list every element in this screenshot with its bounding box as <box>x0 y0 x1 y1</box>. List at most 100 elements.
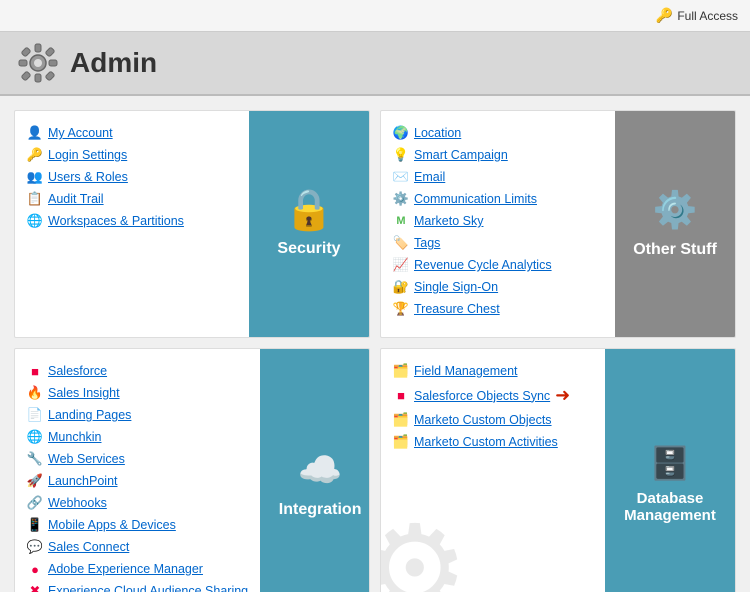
list-item: 🗂️ Field Management <box>393 363 593 379</box>
field-management-icon: 🗂️ <box>393 363 409 379</box>
gear-icon: ⚙️ <box>653 189 698 231</box>
launchpoint-icon: 🚀 <box>27 473 43 489</box>
list-item: M Marketo Sky <box>393 213 603 229</box>
cloud-icon: ☁️ <box>298 449 343 491</box>
list-item: 🔐 Single Sign-On <box>393 279 603 295</box>
list-item: 🏆 Treasure Chest <box>393 301 603 317</box>
security-links: 👤 My Account 🔑 Login Settings 👥 Users & … <box>15 111 249 337</box>
list-item: ✖ Experience Cloud Audience Sharing <box>27 583 248 592</box>
revenue-cycle-link[interactable]: Revenue Cycle Analytics <box>414 258 552 272</box>
list-item: ■ Salesforce <box>27 363 248 379</box>
database-icon: 🗄️ <box>650 444 690 482</box>
tags-icon: 🏷️ <box>393 235 409 251</box>
users-roles-link[interactable]: Users & Roles <box>48 170 128 184</box>
audit-trail-link[interactable]: Audit Trail <box>48 192 104 206</box>
list-item: 🏷️ Tags <box>393 235 603 251</box>
single-sign-on-icon: 🔐 <box>393 279 409 295</box>
communication-limits-link[interactable]: Communication Limits <box>414 192 537 206</box>
key-icon: 🔑 <box>656 7 673 24</box>
audit-trail-icon: 📋 <box>27 191 43 207</box>
marketo-custom-objects-link[interactable]: Marketo Custom Objects <box>414 413 552 427</box>
email-link[interactable]: Email <box>414 170 445 184</box>
launchpoint-link[interactable]: LaunchPoint <box>48 474 118 488</box>
ecas-icon: ✖ <box>27 583 43 592</box>
list-item: 👥 Users & Roles <box>27 169 237 185</box>
admin-grid: 👤 My Account 🔑 Login Settings 👥 Users & … <box>14 110 736 592</box>
munchkin-icon: 🌐 <box>27 429 43 445</box>
single-sign-on-link[interactable]: Single Sign-On <box>414 280 498 294</box>
list-item: 🗂️ Marketo Custom Objects <box>393 412 593 428</box>
security-feature[interactable]: 🔒 Security <box>249 111 369 337</box>
aem-icon: ● <box>27 561 43 577</box>
database-management-feature[interactable]: 🗄️ Database Management <box>605 349 735 592</box>
other-stuff-feature[interactable]: ⚙️ Other Stuff <box>615 111 735 337</box>
web-services-link[interactable]: Web Services <box>48 452 125 466</box>
access-indicator: 🔑 Full Access <box>656 7 738 24</box>
communication-limits-icon: ⚙️ <box>393 191 409 207</box>
workspaces-link[interactable]: Workspaces & Partitions <box>48 214 184 228</box>
integration-panel: ■ Salesforce 🔥 Sales Insight 📄 Landing P… <box>14 348 370 592</box>
my-account-link[interactable]: My Account <box>48 126 113 140</box>
login-settings-link[interactable]: Login Settings <box>48 148 127 162</box>
list-item: 🔑 Login Settings <box>27 147 237 163</box>
treasure-chest-icon: 🏆 <box>393 301 409 317</box>
arrow-indicator: ➜ <box>555 385 570 406</box>
sales-insight-icon: 🔥 <box>27 385 43 401</box>
landing-pages-link[interactable]: Landing Pages <box>48 408 131 422</box>
field-management-link[interactable]: Field Management <box>414 364 518 378</box>
list-item: 🌐 Workspaces & Partitions <box>27 213 237 229</box>
list-item: ⚙️ Communication Limits <box>393 191 603 207</box>
list-item: 🔥 Sales Insight <box>27 385 248 401</box>
page-title: Admin <box>70 47 157 79</box>
mobile-apps-icon: 📱 <box>27 517 43 533</box>
list-item: 🌐 Munchkin <box>27 429 248 445</box>
tags-link[interactable]: Tags <box>414 236 440 250</box>
munchkin-link[interactable]: Munchkin <box>48 430 102 444</box>
salesforce-icon: ■ <box>27 363 43 379</box>
list-item: 🗂️ Marketo Custom Activities <box>393 434 593 450</box>
integration-feature[interactable]: ☁️ Integration <box>260 349 370 592</box>
other-stuff-panel: 🌍 Location 💡 Smart Campaign ✉️ Email ⚙️ … <box>380 110 736 338</box>
security-label: Security <box>277 240 340 258</box>
list-item: 💬 Sales Connect <box>27 539 248 555</box>
other-stuff-links: 🌍 Location 💡 Smart Campaign ✉️ Email ⚙️ … <box>381 111 615 337</box>
database-management-label: Database Management <box>615 490 725 524</box>
list-item: 💡 Smart Campaign <box>393 147 603 163</box>
salesforce-link[interactable]: Salesforce <box>48 364 107 378</box>
list-item: 📄 Landing Pages <box>27 407 248 423</box>
ecas-link[interactable]: Experience Cloud Audience Sharing <box>48 584 248 592</box>
email-icon: ✉️ <box>393 169 409 185</box>
marketo-sky-icon: M <box>393 213 409 229</box>
webhooks-icon: 🔗 <box>27 495 43 511</box>
header: Admin <box>0 32 750 96</box>
web-services-icon: 🔧 <box>27 451 43 467</box>
integration-label: Integration <box>279 501 362 519</box>
sales-connect-link[interactable]: Sales Connect <box>48 540 129 554</box>
sales-connect-icon: 💬 <box>27 539 43 555</box>
location-link[interactable]: Location <box>414 126 461 140</box>
marketo-sky-link[interactable]: Marketo Sky <box>414 214 483 228</box>
admin-gear-icon <box>16 41 60 85</box>
sales-insight-link[interactable]: Sales Insight <box>48 386 120 400</box>
smart-campaign-link[interactable]: Smart Campaign <box>414 148 508 162</box>
lock-icon: 🔒 <box>284 190 334 230</box>
webhooks-link[interactable]: Webhooks <box>48 496 107 510</box>
aem-link[interactable]: Adobe Experience Manager <box>48 562 203 576</box>
other-stuff-label: Other Stuff <box>633 241 717 259</box>
landing-pages-icon: 📄 <box>27 407 43 423</box>
list-item: 📈 Revenue Cycle Analytics <box>393 257 603 273</box>
list-item: ✉️ Email <box>393 169 603 185</box>
access-label: Full Access <box>677 9 738 23</box>
database-management-panel: 🗂️ Field Management ■ Salesforce Objects… <box>380 348 736 592</box>
workspaces-icon: 🌐 <box>27 213 43 229</box>
sf-objects-sync-link[interactable]: Salesforce Objects Sync <box>414 389 550 403</box>
mobile-apps-link[interactable]: Mobile Apps & Devices <box>48 518 176 532</box>
list-item: 🔧 Web Services <box>27 451 248 467</box>
marketo-custom-activities-link[interactable]: Marketo Custom Activities <box>414 435 558 449</box>
my-account-icon: 👤 <box>27 125 43 141</box>
list-item: 🚀 LaunchPoint <box>27 473 248 489</box>
smart-campaign-icon: 💡 <box>393 147 409 163</box>
list-item: 📋 Audit Trail <box>27 191 237 207</box>
treasure-chest-link[interactable]: Treasure Chest <box>414 302 500 316</box>
marketo-custom-activities-icon: 🗂️ <box>393 434 409 450</box>
